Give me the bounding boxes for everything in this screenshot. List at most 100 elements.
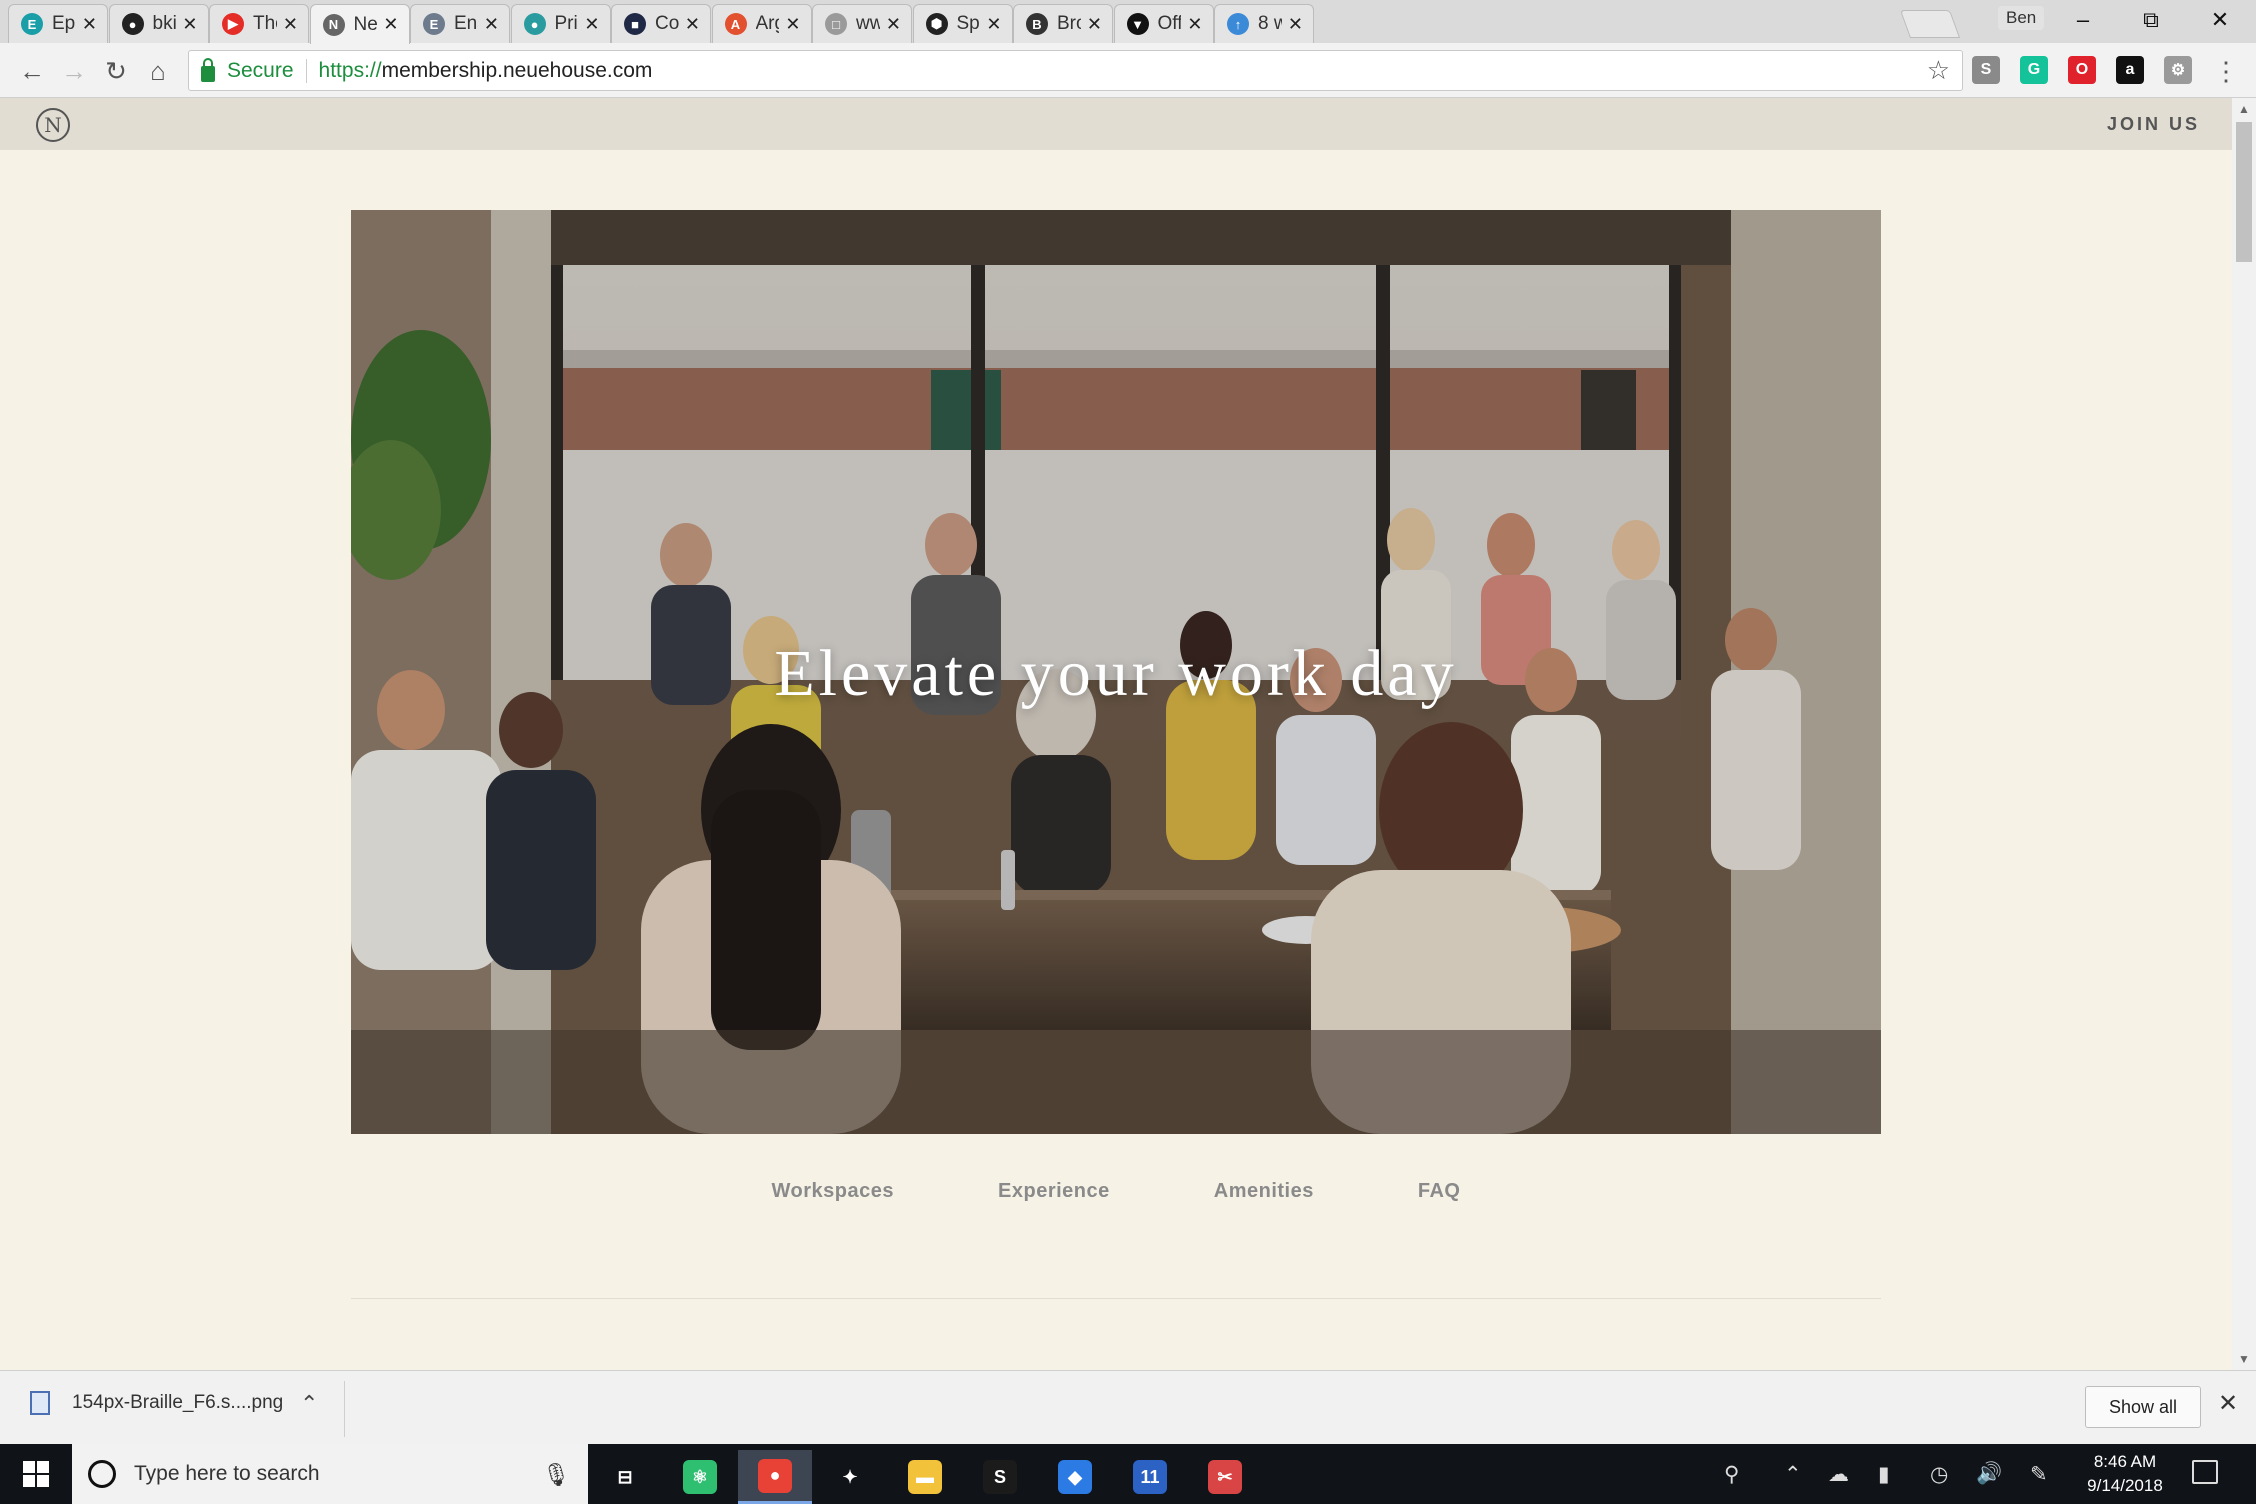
taskbar-app[interactable]: ✦ <box>813 1450 887 1504</box>
close-tab-icon[interactable]: ✕ <box>1087 14 1102 35</box>
profile-button[interactable]: Ben <box>1998 6 2045 30</box>
browser-tab[interactable]: E Epicent ✕ <box>8 4 108 43</box>
subnav-workspaces-link[interactable]: Workspaces <box>772 1180 894 1203</box>
atom-icon: ⚛ <box>683 1460 717 1494</box>
show-all-button[interactable]: Show all <box>2085 1386 2201 1428</box>
scroll-up-icon[interactable]: ▲ <box>2238 102 2250 116</box>
tab-title: Ensem <box>454 13 478 34</box>
browser-tab[interactable]: N NeueH✕ <box>309 4 410 44</box>
close-tab-icon[interactable]: ✕ <box>986 14 1001 35</box>
battery-icon[interactable]: ▮ <box>1878 1462 1890 1487</box>
close-tab-icon[interactable]: ✕ <box>182 14 197 35</box>
browser-tab[interactable]: ⬢ Spaces✕ <box>912 4 1013 43</box>
neuehouse-favicon-icon: N <box>322 13 345 36</box>
close-window-icon[interactable]: ✕ <box>2186 0 2254 40</box>
subnav-faq-link[interactable]: FAQ <box>1418 1180 1461 1203</box>
photo-app-icon: ◆ <box>1058 1460 1092 1494</box>
download-item[interactable]: 154px-Braille_F6.s....png <box>30 1391 283 1415</box>
subnav-experience-link[interactable]: Experience <box>998 1180 1110 1203</box>
back-icon[interactable]: ← <box>14 53 50 89</box>
neuehouse-logo[interactable]: N <box>36 108 70 142</box>
address-bar[interactable]: Secure https://membership.neuehouse.com … <box>188 50 1963 91</box>
browser-tab[interactable]: B Brookl ✕ <box>1013 4 1113 43</box>
grammarly-icon[interactable]: G <box>2020 56 2048 84</box>
browser-tab[interactable]: ↑ 8 ways ✕ <box>1214 4 1314 43</box>
reload-icon[interactable]: ↻ <box>98 53 134 89</box>
start-button[interactable] <box>0 1444 72 1504</box>
close-tab-icon[interactable]: ✕ <box>82 14 97 35</box>
tab-title: Co-Wo <box>655 13 679 34</box>
taskbar-app[interactable]: ✂ <box>1188 1450 1262 1504</box>
taskbar-app[interactable]: ⊟ <box>588 1450 662 1504</box>
browser-tab[interactable]: E Ensem ✕ <box>410 4 510 43</box>
scroll-thumb[interactable] <box>2236 122 2252 262</box>
clock-date: 9/14/2018 <box>2087 1476 2163 1495</box>
close-tab-icon[interactable]: ✕ <box>383 14 398 35</box>
new-tab-button[interactable] <box>1899 10 1961 38</box>
subnav-amenities-link[interactable]: Amenities <box>1214 1180 1314 1203</box>
wifi-icon[interactable]: ◷ <box>1930 1462 1948 1487</box>
taskbar-app[interactable]: S <box>963 1450 1037 1504</box>
taskbar-search-box[interactable]: Type here to search 🎙 <box>72 1444 588 1504</box>
section-nav: Workspaces Experience Amenities FAQ <box>0 1180 2232 1203</box>
minimize-icon[interactable]: – <box>2049 0 2117 40</box>
onedrive-icon[interactable]: ☁ <box>1828 1462 1849 1487</box>
close-tab-icon[interactable]: ✕ <box>886 14 901 35</box>
microphone-icon[interactable]: 🎙 <box>542 1462 570 1488</box>
close-tab-icon[interactable]: ✕ <box>584 14 599 35</box>
browser-tab[interactable]: ● bkigge✕ <box>108 4 209 43</box>
close-tab-icon[interactable]: ✕ <box>484 14 499 35</box>
action-center-icon[interactable] <box>2192 1460 2218 1484</box>
restore-icon[interactable]: ⧉ <box>2117 0 2185 40</box>
close-download-shelf-icon[interactable]: ✕ <box>2218 1389 2238 1418</box>
settings-extension-icon[interactable]: ⚙ <box>2164 56 2192 84</box>
windows-logo-icon <box>23 1461 49 1487</box>
people-icon[interactable]: ⚲ <box>1724 1462 1739 1487</box>
search-placeholder: Type here to search <box>134 1462 320 1485</box>
pen-ink-icon[interactable]: ✎ <box>2030 1462 2048 1487</box>
home-icon[interactable]: ⌂ <box>140 53 176 89</box>
close-tab-icon[interactable]: ✕ <box>1187 14 1202 35</box>
youtube-favicon-icon: ▶ <box>222 13 244 35</box>
browser-tab[interactable]: ▶ Thom Y ✕ <box>209 4 309 43</box>
browser-tab[interactable]: A Argent✕ <box>711 4 812 43</box>
taskbar-app[interactable]: 11 <box>1113 1450 1187 1504</box>
scroll-down-icon[interactable]: ▼ <box>2238 1352 2250 1366</box>
browser-tab[interactable]: ● Priman✕ <box>510 4 611 43</box>
forward-icon[interactable]: → <box>56 53 92 89</box>
bookmark-star-icon[interactable]: ☆ <box>1927 55 1950 86</box>
taskbar-app[interactable]: ● <box>738 1450 812 1504</box>
tab-title: Argent <box>755 13 780 34</box>
taskbar-app[interactable]: ▬ <box>888 1450 962 1504</box>
show-hidden-icons-icon[interactable]: ⌃ <box>1784 1462 1802 1487</box>
browser-tab[interactable]: ■ Co-Wo ✕ <box>611 4 711 43</box>
tab-title: www.fr <box>856 13 880 34</box>
close-tab-icon[interactable]: ✕ <box>283 14 298 35</box>
menu-kebab-icon[interactable]: ⋮ <box>2208 53 2244 89</box>
epicenter-favicon-icon: E <box>21 13 43 35</box>
close-tab-icon[interactable]: ✕ <box>785 14 800 35</box>
task-view-icon: ⊟ <box>608 1460 642 1494</box>
join-us-link[interactable]: JOIN US <box>2107 114 2200 135</box>
ensemble-favicon-icon: E <box>423 13 445 35</box>
cortana-icon <box>88 1460 116 1488</box>
opera-icon[interactable]: O <box>2068 56 2096 84</box>
url-text: https://membership.neuehouse.com <box>319 59 653 83</box>
close-tab-icon[interactable]: ✕ <box>685 14 700 35</box>
tab-title: 8 ways <box>1258 13 1282 34</box>
calendar-icon: 11 <box>1133 1460 1167 1494</box>
download-options-caret-icon[interactable]: ⌃ <box>300 1391 318 1417</box>
volume-icon[interactable]: 🔊 <box>1976 1462 2002 1486</box>
taskbar-app[interactable]: ⚛ <box>663 1450 737 1504</box>
page-scrollbar[interactable]: ▲ ▼ <box>2232 98 2256 1370</box>
tab-title: Thom Y <box>253 13 277 34</box>
amazon-icon[interactable]: a <box>2116 56 2144 84</box>
browser-tab[interactable]: □ www.fr ✕ <box>812 4 912 43</box>
browser-tab[interactable]: ▼ Office✕ <box>1113 4 1214 43</box>
close-tab-icon[interactable]: ✕ <box>1288 14 1303 35</box>
taskbar-app[interactable]: ◆ <box>1038 1450 1112 1504</box>
system-clock[interactable]: 8:46 AM 9/14/2018 <box>2070 1450 2180 1498</box>
tab-title: Office <box>1157 13 1182 34</box>
extension-s-icon[interactable]: S <box>1972 56 2000 84</box>
primary-favicon-icon: ● <box>523 13 546 35</box>
